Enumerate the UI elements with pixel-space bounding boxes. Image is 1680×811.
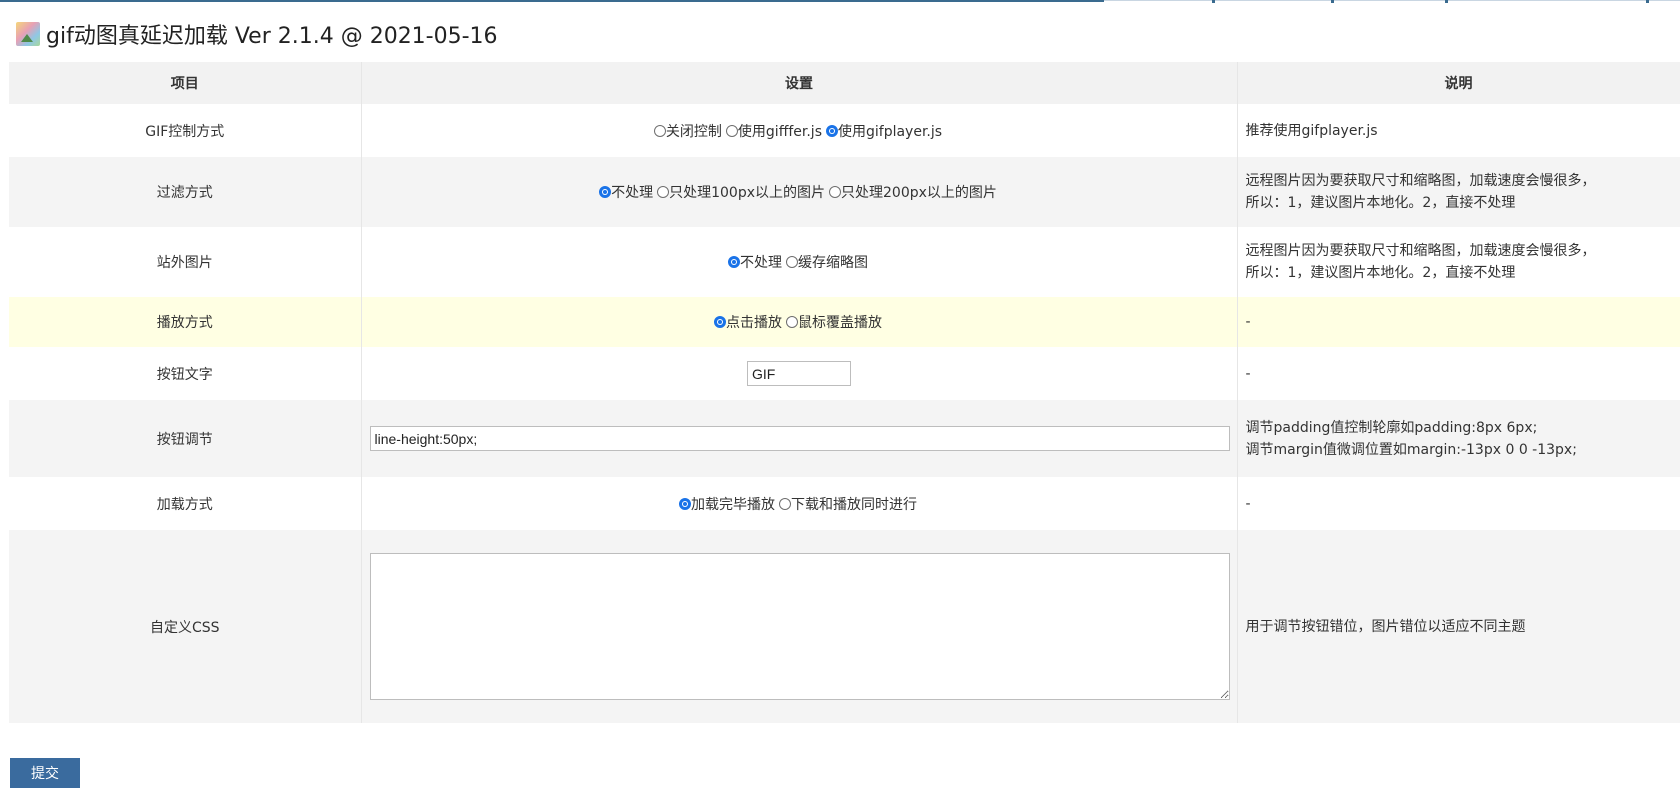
row-desc-gif-control: 推荐使用gifplayer.js <box>1237 104 1680 157</box>
button-text-input[interactable] <box>747 361 851 386</box>
row-label-custom-css: 自定义CSS <box>9 530 362 723</box>
gif-control-options: 关闭控制 使用gifffer.js 使用gifplayer.js <box>361 104 1238 157</box>
radio-button-checked[interactable] <box>679 497 691 510</box>
row-label-button-text: 按钮文字 <box>9 347 362 400</box>
top-tick <box>1445 0 1448 3</box>
filter-options: 不处理 只处理100px以上的图片 只处理200px以上的图片 <box>361 157 1238 227</box>
row-desc-play: - <box>1237 297 1680 347</box>
custom-css-textarea[interactable] <box>369 553 1230 700</box>
radio-option[interactable]: 鼠标覆盖播放 <box>786 312 882 332</box>
row-desc-button-style: 调节padding值控制轮廓如padding:8px 6px; 调节margin… <box>1237 400 1680 477</box>
radio-button[interactable] <box>786 256 798 268</box>
top-border-light <box>1104 0 1680 1</box>
header-item: 项目 <box>9 62 362 104</box>
radio-label: 关闭控制 <box>665 123 722 140</box>
radio-label: 使用gifplayer.js <box>838 123 943 140</box>
radio-option[interactable]: 关闭控制 <box>653 121 722 141</box>
desc-line: 远程图片因为要获取尺寸和缩略图，加载速度会慢很多， <box>1245 173 1596 189</box>
radio-button-checked[interactable] <box>599 186 612 198</box>
radio-option[interactable]: 使用gifplayer.js <box>826 121 942 141</box>
row-label-filter: 过滤方式 <box>9 157 362 227</box>
top-tick <box>1331 0 1334 3</box>
row-label-button-style: 按钮调节 <box>9 400 362 477</box>
radio-label: 使用gifffer.js <box>737 123 822 140</box>
button-text-cell <box>361 347 1238 400</box>
radio-option[interactable]: 不处理 <box>599 182 653 202</box>
radio-option[interactable]: 使用gifffer.js <box>725 121 822 141</box>
settings-table: 项目 设置 说明 GIF控制方式 关闭控制 使用gifffer.js 使用gif… <box>9 62 1680 723</box>
radio-label: 下载和播放同时进行 <box>791 496 917 513</box>
table-header: 项目 设置 说明 <box>9 62 1680 104</box>
desc-line: 所以：1，建议图片本地化。2，直接不处理 <box>1245 195 1516 211</box>
radio-label: 不处理 <box>740 255 782 271</box>
table-row: 自定义CSS 用于调节按钮错位，图片错位以适应不同主题 <box>9 530 1680 723</box>
external-options: 不处理 缓存缩略图 <box>361 227 1238 297</box>
desc-line: 调节padding值控制轮廓如padding:8px 6px; <box>1245 419 1538 436</box>
radio-option[interactable]: 不处理 <box>728 252 782 272</box>
button-style-cell <box>361 400 1238 477</box>
radio-label: 只处理100px以上的图片 <box>669 185 825 201</box>
table-row: 加载方式 加载完毕播放 下载和播放同时进行 - <box>9 477 1680 530</box>
radio-label: 缓存缩略图 <box>798 255 868 271</box>
table-row: 按钮文字 - <box>9 347 1680 400</box>
top-border <box>0 0 1104 2</box>
header-description: 说明 <box>1237 62 1680 104</box>
radio-label: 不处理 <box>611 185 654 201</box>
radio-label: 加载完毕播放 <box>691 496 775 513</box>
row-label-external: 站外图片 <box>9 227 362 297</box>
play-options: 点击播放 鼠标覆盖播放 <box>361 297 1238 347</box>
row-desc-button-text: - <box>1237 347 1680 400</box>
radio-label: 鼠标覆盖播放 <box>798 315 882 331</box>
top-tick <box>1646 0 1649 3</box>
page-title-text: gif动图真延迟加载 Ver 2.1.4 @ 2021-05-16 <box>46 24 498 49</box>
radio-button-checked[interactable] <box>714 316 726 328</box>
row-label-play: 播放方式 <box>9 297 362 347</box>
radio-label: 只处理200px以上的图片 <box>841 185 997 201</box>
table-row: 按钮调节 调节padding值控制轮廓如padding:8px 6px; 调节m… <box>9 400 1680 477</box>
button-style-input[interactable] <box>369 426 1230 451</box>
radio-option[interactable]: 点击播放 <box>714 312 782 332</box>
row-label-load: 加载方式 <box>9 477 362 530</box>
row-desc-load: - <box>1237 477 1680 530</box>
page-title: gif动图真延迟加载 Ver 2.1.4 @ 2021-05-16 <box>16 19 498 49</box>
radio-button[interactable] <box>829 186 841 198</box>
radio-button[interactable] <box>786 316 798 328</box>
radio-option[interactable]: 只处理100px以上的图片 <box>657 182 825 202</box>
radio-button-checked[interactable] <box>826 124 838 137</box>
radio-button[interactable] <box>779 497 791 510</box>
load-options: 加载完毕播放 下载和播放同时进行 <box>361 477 1238 530</box>
radio-option[interactable]: 只处理200px以上的图片 <box>829 182 997 202</box>
radio-button[interactable] <box>653 124 666 137</box>
row-desc-external: 远程图片因为要获取尺寸和缩略图，加载速度会慢很多， 所以：1，建议图片本地化。2… <box>1237 227 1680 297</box>
radio-button-checked[interactable] <box>728 256 740 268</box>
submit-button[interactable]: 提交 <box>10 758 80 788</box>
radio-option[interactable]: 下载和播放同时进行 <box>779 494 917 514</box>
radio-option[interactable]: 加载完毕播放 <box>679 494 775 514</box>
table-row: 播放方式 点击播放 鼠标覆盖播放 - <box>9 297 1680 347</box>
row-desc-filter: 远程图片因为要获取尺寸和缩略图，加载速度会慢很多， 所以：1，建议图片本地化。2… <box>1237 157 1680 227</box>
table-row: 过滤方式 不处理 只处理100px以上的图片 只处理200px以上的图片 远程图… <box>9 157 1680 227</box>
radio-button[interactable] <box>657 186 670 198</box>
desc-line: 调节margin值微调位置如margin:-13px 0 0 -13px; <box>1245 441 1577 458</box>
row-desc-custom-css: 用于调节按钮错位，图片错位以适应不同主题 <box>1237 530 1680 723</box>
table-row: 站外图片 不处理 缓存缩略图 远程图片因为要获取尺寸和缩略图，加载速度会慢很多，… <box>9 227 1680 297</box>
row-label-gif-control: GIF控制方式 <box>9 104 362 157</box>
custom-css-cell <box>361 530 1238 723</box>
header-setting: 设置 <box>361 62 1238 104</box>
radio-label: 点击播放 <box>726 315 782 331</box>
desc-line: 远程图片因为要获取尺寸和缩略图，加载速度会慢很多， <box>1245 243 1596 259</box>
radio-button[interactable] <box>725 124 738 137</box>
table-row: GIF控制方式 关闭控制 使用gifffer.js 使用gifplayer.js <box>9 104 1680 157</box>
top-tick <box>1212 0 1215 3</box>
image-icon <box>16 22 40 46</box>
desc-line: 所以：1，建议图片本地化。2，直接不处理 <box>1245 265 1516 281</box>
radio-option[interactable]: 缓存缩略图 <box>786 252 868 272</box>
